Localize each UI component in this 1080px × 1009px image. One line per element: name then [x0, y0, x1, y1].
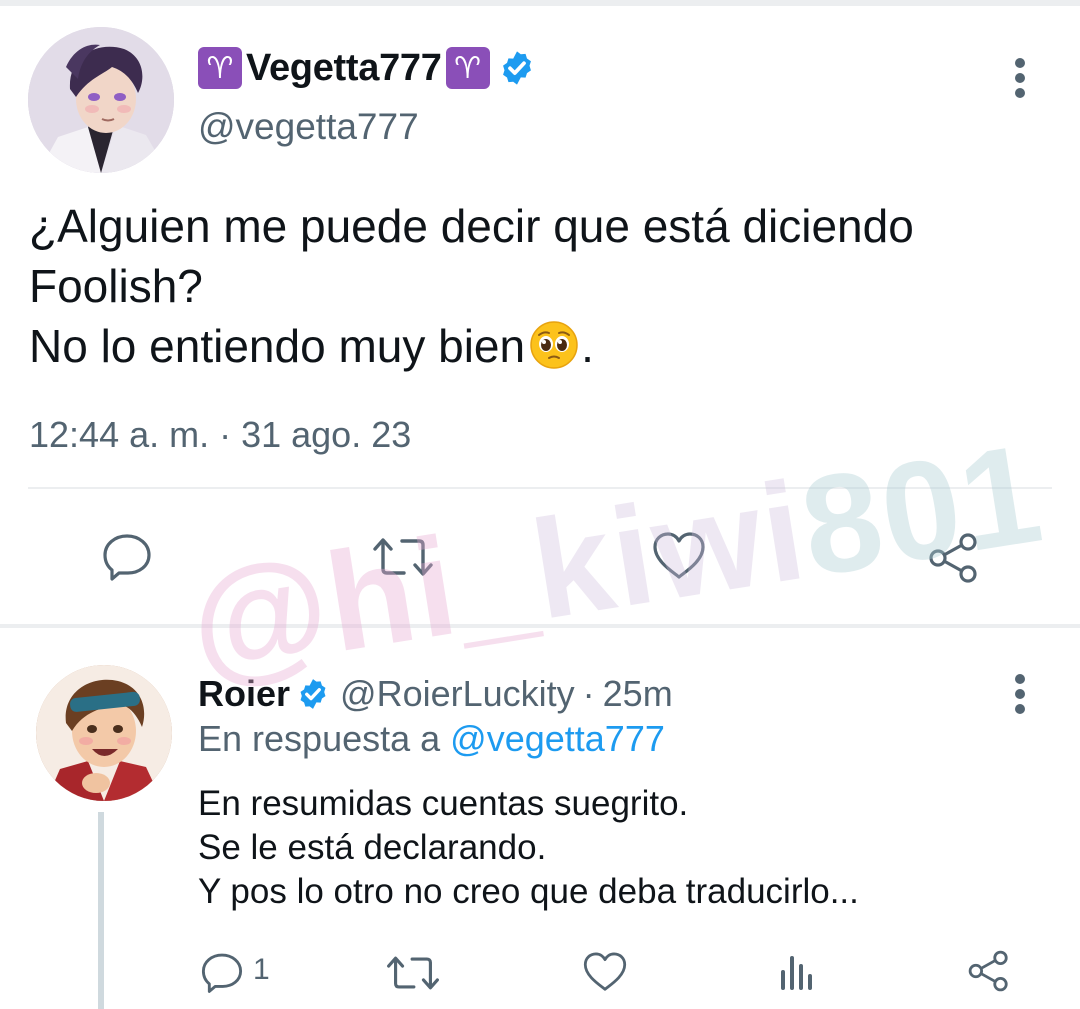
reply-text: En resumidas cuentas suegrito. Se le est…	[198, 782, 859, 914]
reply-author-display-name[interactable]: Roier	[198, 673, 290, 715]
reply-text-line: Se le está declarando.	[198, 828, 547, 867]
reply-author-avatar[interactable]	[36, 665, 172, 801]
watermark-text: @hi_kiwi801	[179, 413, 1053, 704]
reply-count: 1	[253, 953, 270, 986]
reply-text-line: Y pos lo otro no creo que deba traducirl…	[198, 872, 859, 911]
reply-icon	[103, 534, 151, 581]
tweet-text-line: Foolish?	[29, 260, 203, 312]
replying-to-mention[interactable]: @vegetta777	[450, 718, 665, 759]
pleading-face-emoji-icon	[530, 321, 578, 369]
analytics-icon	[781, 956, 812, 990]
divider	[28, 487, 1052, 489]
author-display-name[interactable]: Vegetta777	[244, 47, 444, 90]
tweet-text-line-with-emoji: No lo entiendo muy bien .	[29, 320, 594, 372]
reply-retweet-button[interactable]	[386, 952, 440, 994]
reply-button[interactable]	[101, 530, 153, 582]
replying-to-line: En respuesta a @vegetta777	[198, 718, 665, 760]
share-button[interactable]	[926, 530, 982, 586]
heart-icon	[583, 952, 627, 991]
section-divider	[0, 624, 1080, 628]
verified-badge-icon	[502, 51, 531, 85]
reply-more-options-icon[interactable]	[1014, 674, 1026, 719]
top-divider	[0, 0, 1080, 6]
retweet-icon	[387, 956, 439, 990]
reply-text-line: En resumidas cuentas suegrito.	[198, 784, 689, 823]
reply-header: Roier @RoierLuckity · 25m	[198, 670, 673, 718]
thread-connector-line	[98, 812, 104, 1009]
share-icon	[929, 533, 977, 583]
tweet-text: ¿Alguien me puede decir que está diciend…	[29, 196, 1039, 376]
aries-badge-right: ♈	[445, 47, 490, 89]
reply-like-button[interactable]	[582, 950, 628, 994]
verified-badge-icon	[300, 679, 326, 709]
more-options-icon[interactable]	[1014, 58, 1026, 103]
tweet-timestamp[interactable]: 12:44 a. m. · 31 ago. 23	[29, 414, 411, 456]
reply-author-handle[interactable]: @RoierLuckity	[340, 673, 575, 715]
reply-reply-button[interactable]	[200, 950, 244, 994]
reply-share-button[interactable]	[966, 948, 1012, 994]
reply-time[interactable]: 25m	[603, 673, 673, 715]
retweet-button[interactable]	[372, 533, 434, 581]
author-name-row[interactable]: ♈ Vegetta777 ♈	[198, 44, 536, 92]
replying-to-prefix: En respuesta a	[198, 718, 441, 759]
views-button[interactable]	[778, 952, 816, 992]
like-button[interactable]	[651, 530, 707, 582]
author-handle[interactable]: @vegetta777	[198, 106, 419, 148]
author-avatar[interactable]	[28, 27, 174, 173]
retweet-icon	[373, 538, 433, 576]
meta-separator: ·	[582, 673, 595, 714]
share-icon	[968, 950, 1008, 992]
heart-icon	[653, 532, 705, 579]
tweet-text-line: ¿Alguien me puede decir que está diciend…	[29, 200, 914, 252]
reply-icon	[201, 953, 243, 993]
aries-badge-left: ♈	[198, 47, 242, 89]
